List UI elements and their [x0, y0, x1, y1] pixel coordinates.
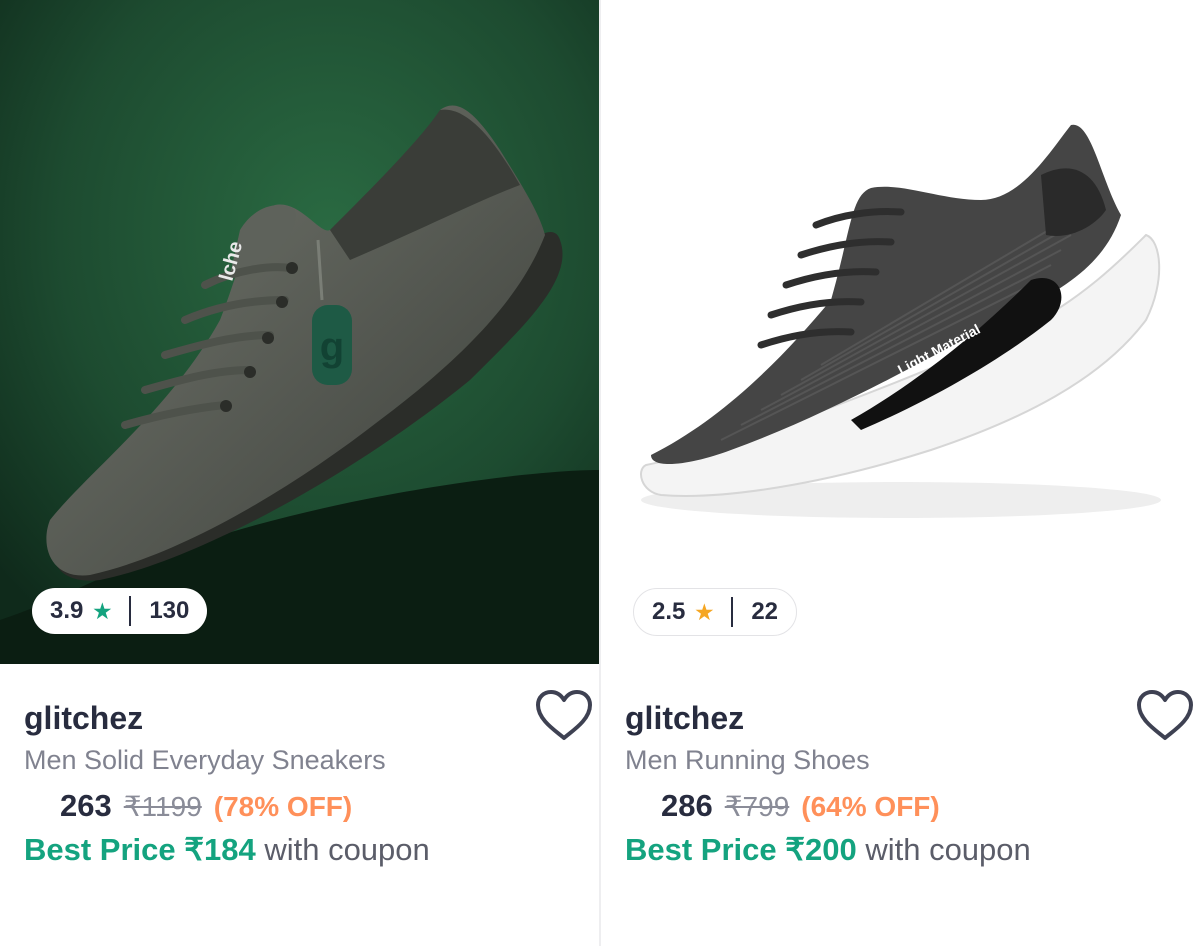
- star-icon: ★: [93, 600, 112, 623]
- rating-value: 3.9: [50, 597, 84, 624]
- best-price-suffix: with coupon: [865, 832, 1031, 867]
- rating-count: 130: [149, 597, 190, 624]
- selling-price: 286: [661, 788, 713, 823]
- rating-separator: [731, 597, 734, 627]
- product-info: glitchez Men Running Shoes 286 ₹799 (64%…: [625, 698, 1185, 868]
- sneaker-image: lche g: [0, 0, 599, 664]
- product-info: glitchez Men Solid Everyday Sneakers 263…: [24, 698, 584, 868]
- rating-badge: 2.5 ★ 22: [633, 588, 798, 636]
- product-card[interactable]: lche g 3.9 ★ 130 glitchez Men Solid Ever…: [0, 0, 599, 946]
- product-image[interactable]: lche g 3.9 ★ 130: [0, 0, 599, 664]
- best-price-label: Best Price ₹184: [24, 832, 256, 867]
- product-image[interactable]: Light Material 2.5 ★ 22: [601, 0, 1200, 664]
- best-price-row: Best Price ₹184 with coupon: [24, 832, 584, 868]
- rating-separator: [129, 596, 132, 626]
- brand-name: glitchez: [625, 700, 745, 736]
- best-price-suffix: with coupon: [264, 832, 430, 867]
- running-shoe-image: Light Material: [601, 0, 1200, 664]
- brand-name: glitchez: [24, 700, 144, 736]
- discount-text: (64% OFF): [801, 791, 940, 822]
- best-price-row: Best Price ₹200 with coupon: [625, 832, 1185, 868]
- selling-price: 263: [60, 788, 112, 823]
- price-row: 286 ₹799 (64% OFF): [625, 788, 1185, 824]
- product-card[interactable]: Light Material 2.5 ★ 22 glitchez Men Run…: [601, 0, 1200, 946]
- tag-text: g: [320, 325, 344, 369]
- rating-badge: 3.9 ★ 130: [32, 588, 208, 634]
- product-title: Men Solid Everyday Sneakers: [24, 745, 386, 775]
- star-icon: ★: [695, 601, 714, 624]
- product-grid: lche g 3.9 ★ 130 glitchez Men Solid Ever…: [0, 0, 1200, 946]
- best-price-label: Best Price ₹200: [625, 832, 857, 867]
- price-row: 263 ₹1199 (78% OFF): [24, 788, 584, 824]
- product-title: Men Running Shoes: [625, 745, 870, 775]
- discount-text: (78% OFF): [213, 791, 353, 822]
- rating-value: 2.5: [652, 598, 686, 625]
- rating-count: 22: [751, 598, 779, 625]
- mrp-price: ₹1199: [123, 791, 202, 822]
- mrp-price: ₹799: [724, 791, 790, 822]
